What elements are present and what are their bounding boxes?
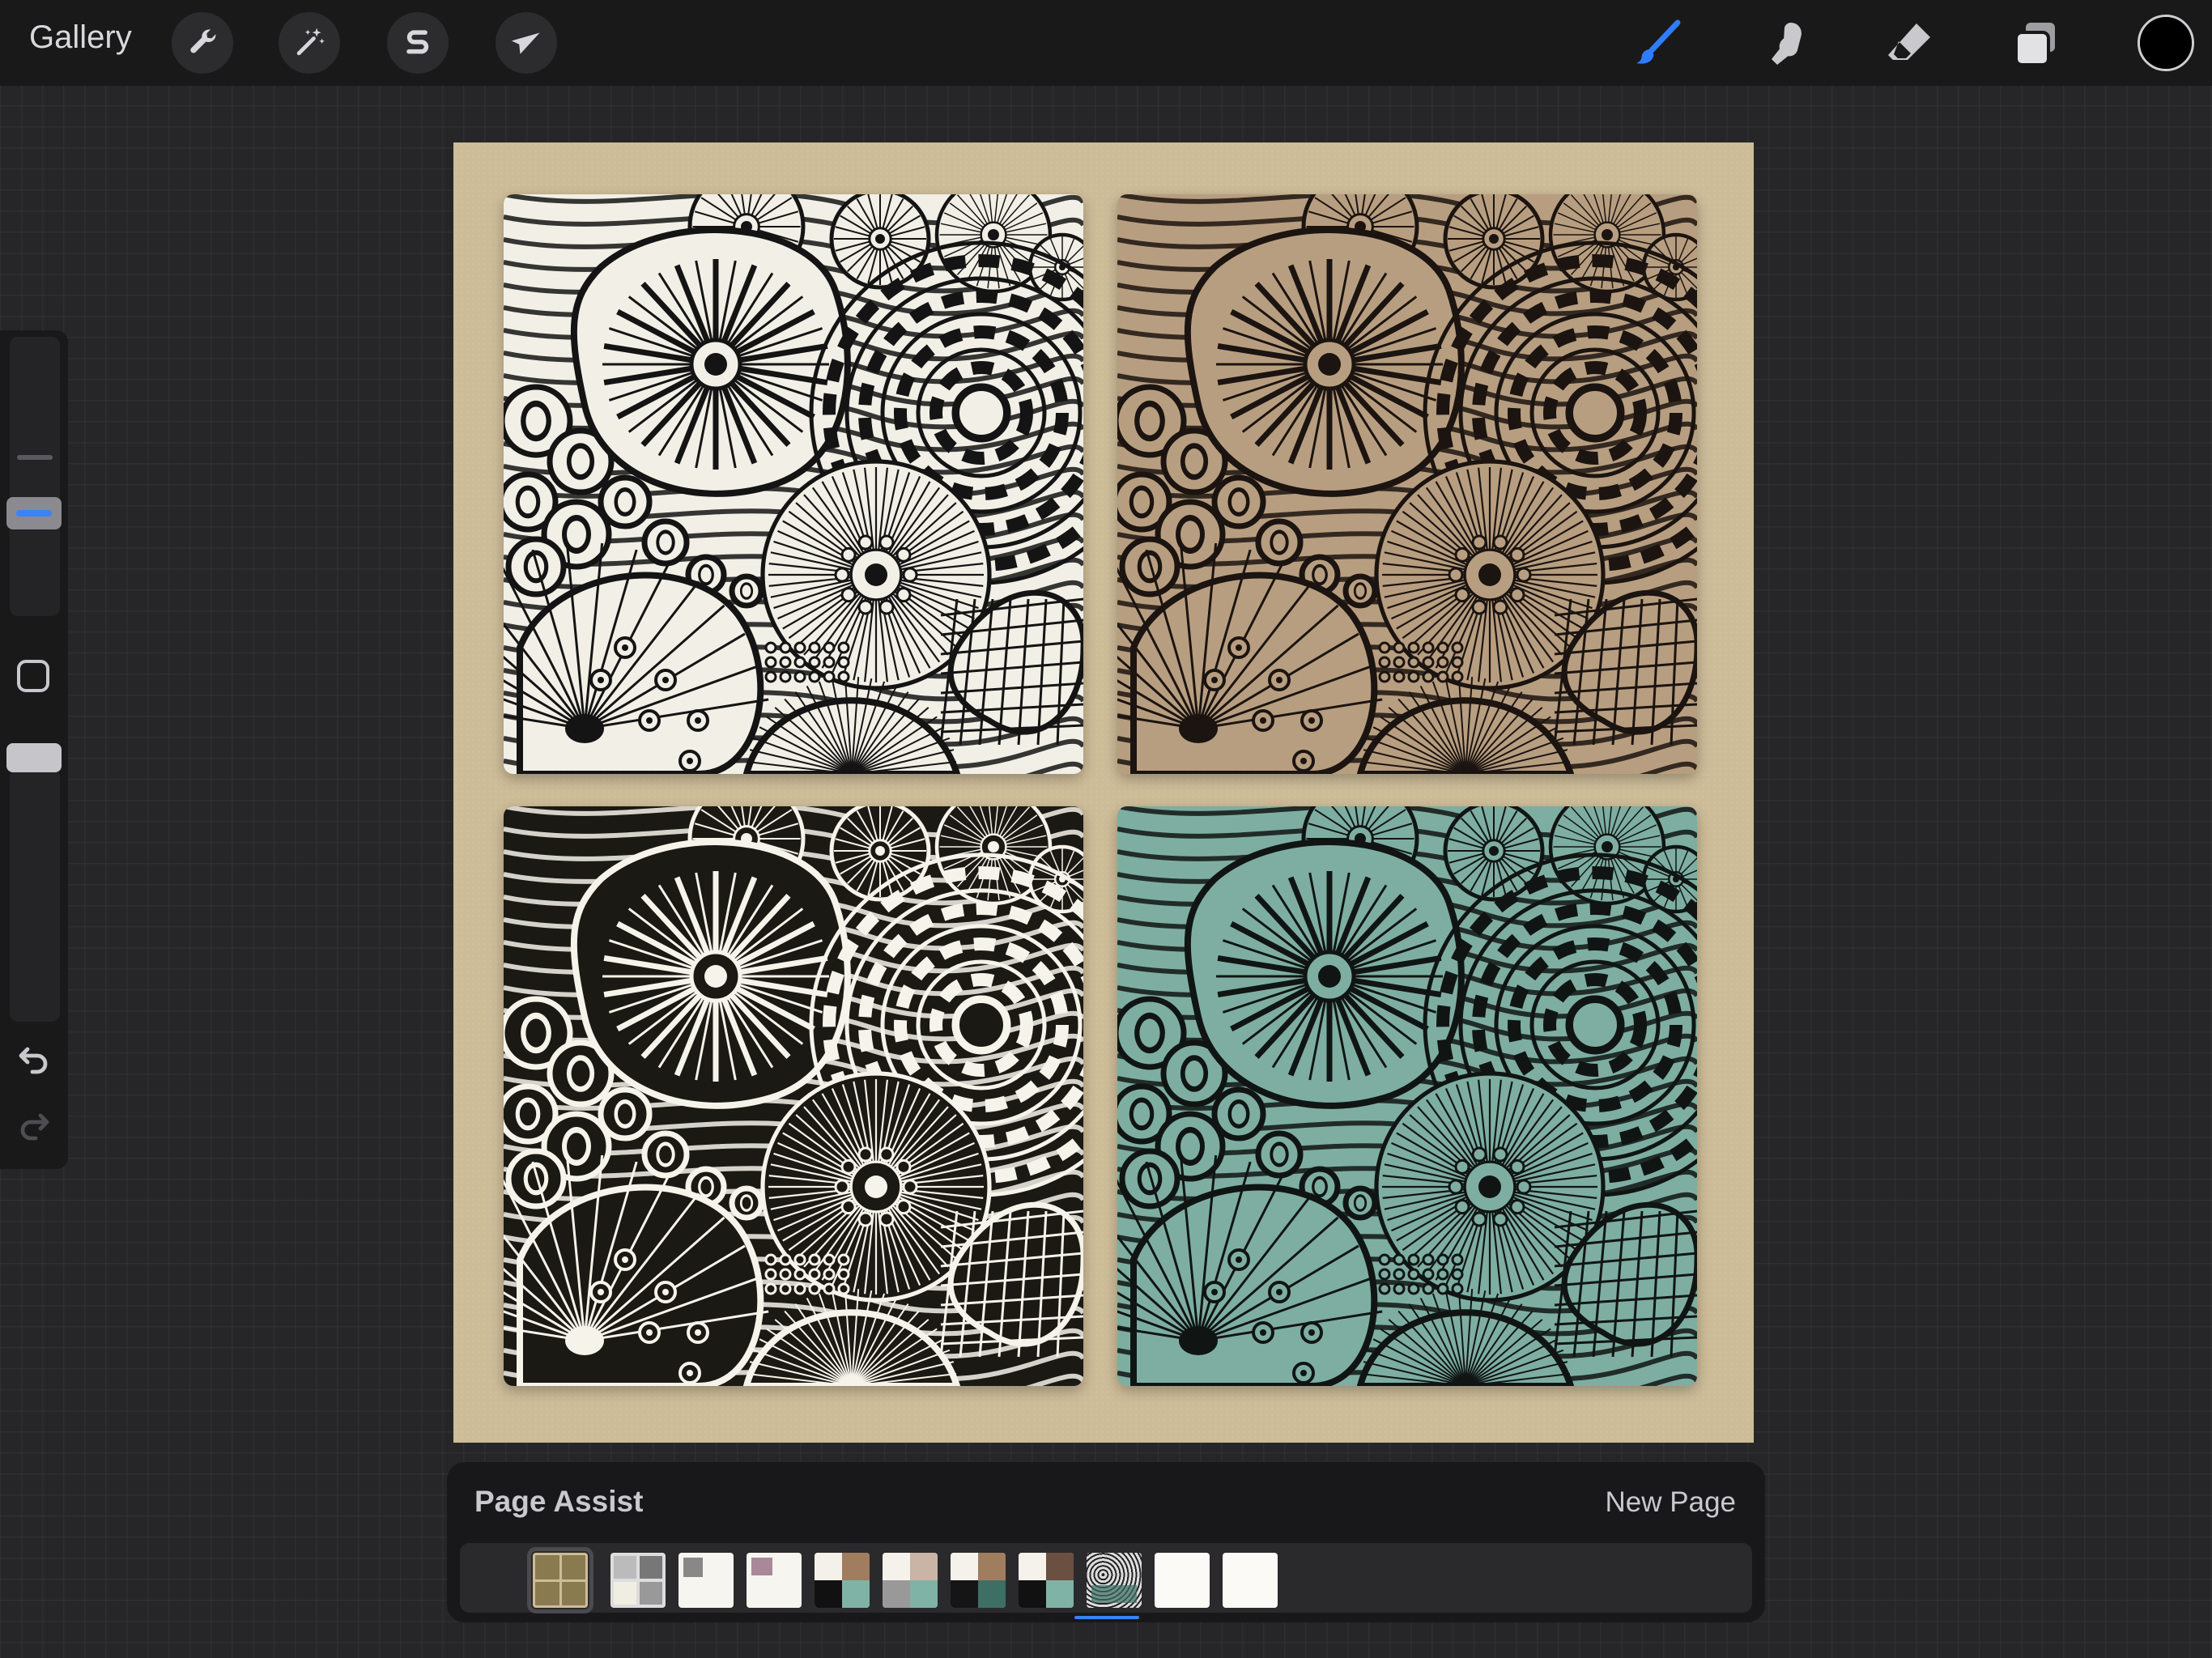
smudge-finger-icon [1772, 23, 1802, 65]
canvas-page[interactable] [453, 142, 1754, 1443]
brush-icon [1636, 19, 1681, 64]
current-color-swatch [2140, 17, 2192, 69]
undo-arrow-icon[interactable] [15, 1039, 53, 1078]
page-assist-panel: Page Assist New Page [447, 1462, 1765, 1622]
page-thumbnail[interactable] [1223, 1553, 1278, 1608]
artwork-panel-black-on-tan [1117, 194, 1697, 774]
artwork-panel-white-on-black [504, 806, 1083, 1386]
page-assist-title: Page Assist [474, 1485, 644, 1518]
magic-wand-icon [296, 28, 325, 56]
brush-size-slider-thumb[interactable] [6, 497, 62, 529]
page-thumbnail[interactable] [883, 1553, 938, 1608]
eraser-tool[interactable] [1880, 15, 1938, 73]
brush-tool[interactable] [1627, 15, 1686, 73]
artwork-panel-black-on-teal [1117, 806, 1697, 1386]
brush-opacity-slider[interactable] [10, 769, 60, 1022]
page-thumbnail[interactable] [1155, 1553, 1210, 1608]
sidebar [0, 330, 68, 1169]
adjustments-button[interactable] [279, 12, 340, 74]
top-toolbar: Gallery [0, 0, 2212, 86]
active-page-indicator [1074, 1616, 1139, 1619]
redo-arrow-icon[interactable] [15, 1106, 53, 1145]
page-thumbnail[interactable] [527, 1547, 593, 1613]
wrench-icon [190, 29, 216, 53]
page-thumbnail-strip[interactable] [460, 1543, 1752, 1613]
page-thumbnail[interactable] [1087, 1553, 1142, 1608]
smudge-tool[interactable] [1754, 15, 1812, 73]
new-page-button[interactable]: New Page [1606, 1486, 1736, 1519]
size-slider-icon [16, 510, 52, 517]
page-thumbnail[interactable] [747, 1553, 802, 1608]
layers-icon [2014, 23, 2055, 66]
layers-tool[interactable] [2006, 15, 2065, 73]
transform-button[interactable] [496, 12, 557, 74]
selection-s-icon [406, 30, 429, 54]
size-tick [17, 455, 53, 460]
page-thumbnail[interactable] [678, 1553, 734, 1608]
page-thumbnail[interactable] [610, 1553, 666, 1608]
brush-size-slider[interactable] [10, 337, 60, 616]
page-thumbnail[interactable] [1019, 1553, 1074, 1608]
eraser-icon [1888, 23, 1930, 60]
page-thumbnail[interactable] [815, 1553, 870, 1608]
selection-button[interactable] [387, 12, 449, 74]
arrow-cursor-icon [511, 32, 540, 54]
actions-button[interactable] [172, 12, 233, 74]
color-picker-button[interactable] [2138, 15, 2194, 71]
gallery-button[interactable]: Gallery [29, 19, 132, 56]
brush-opacity-slider-thumb[interactable] [6, 743, 62, 772]
artwork-panel-black-on-white [504, 194, 1083, 774]
square-modify-icon[interactable] [17, 660, 49, 692]
page-thumbnail[interactable] [951, 1553, 1006, 1608]
